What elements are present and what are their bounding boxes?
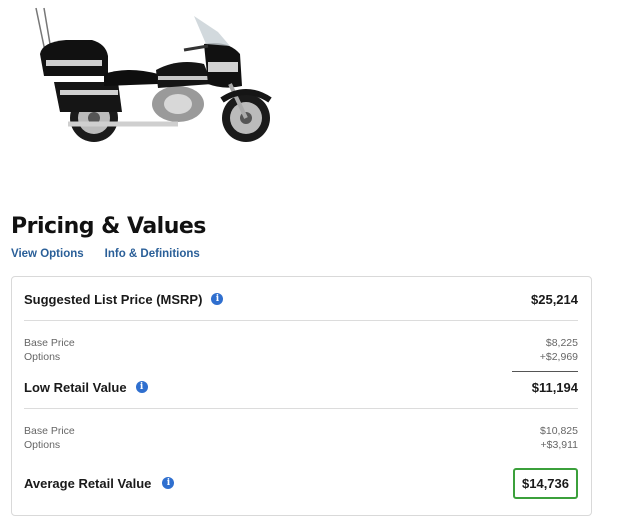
average-retail-label: Average Retail Value — [24, 475, 152, 491]
low-retail-row: Low Retail Value i $11,194 — [24, 378, 578, 396]
msrp-info-icon[interactable]: i — [211, 293, 224, 305]
avg-base-price-value: $10,825 — [540, 425, 578, 437]
motorcycle-image — [35, 7, 272, 142]
section-links: View Options Info & Definitions — [11, 248, 200, 260]
low-retail-info-icon[interactable]: i — [135, 381, 148, 393]
avg-options-value: +$3,911 — [540, 439, 578, 451]
low-options-row: Options +$2,969 — [24, 351, 578, 363]
low-options-value: +$2,969 — [539, 351, 578, 363]
avg-options-row: Options +$3,911 — [24, 439, 578, 451]
msrp-label: Suggested List Price (MSRP) — [24, 291, 203, 307]
avg-base-price-row: Base Price $10,825 — [24, 425, 578, 437]
average-retail-row: Average Retail Value i $14,736 — [24, 466, 578, 500]
avg-options-label: Options — [24, 439, 61, 451]
pricing-card: Suggested List Price (MSRP) i $25,214 Ba… — [11, 276, 592, 516]
divider — [24, 320, 578, 321]
average-retail-info-icon[interactable]: i — [162, 477, 175, 489]
low-base-price-row: Base Price $8,225 — [24, 337, 578, 349]
low-base-price-label: Base Price — [24, 337, 75, 349]
msrp-value: $25,214 — [531, 291, 578, 307]
msrp-label-group: Suggested List Price (MSRP) i — [24, 291, 224, 307]
low-retail-label: Low Retail Value — [24, 379, 127, 395]
view-options-link[interactable]: View Options — [11, 248, 84, 260]
sum-divider — [512, 371, 578, 372]
avg-base-price-label: Base Price — [24, 425, 75, 437]
low-base-price-value: $8,225 — [545, 337, 578, 349]
average-retail-label-group: Average Retail Value i — [24, 475, 175, 491]
average-retail-value: $14,736 — [513, 467, 578, 499]
divider — [24, 408, 578, 409]
low-retail-value: $11,194 — [531, 379, 578, 395]
info-definitions-link[interactable]: Info & Definitions — [105, 248, 200, 260]
page-title: Pricing & Values — [11, 214, 206, 239]
low-retail-label-group: Low Retail Value i — [24, 380, 148, 395]
msrp-row: Suggested List Price (MSRP) i $25,214 — [24, 290, 578, 308]
low-options-label: Options — [24, 351, 61, 363]
